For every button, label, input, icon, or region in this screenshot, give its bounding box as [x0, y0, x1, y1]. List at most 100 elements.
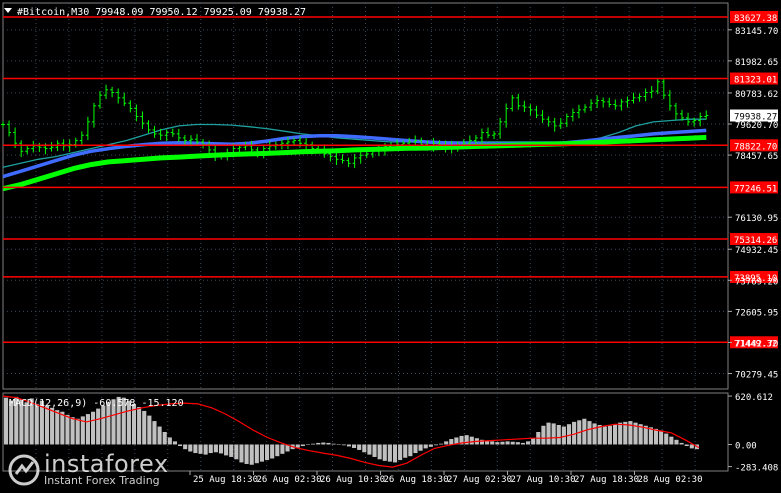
macd-histogram-bar: [439, 443, 444, 445]
collapse-arrow-icon[interactable]: [4, 8, 12, 13]
macd-histogram-bar: [265, 444, 270, 461]
level-label: 75314.26: [734, 236, 777, 246]
macd-histogram-bar: [336, 444, 341, 445]
macd-histogram-bar: [495, 442, 500, 445]
macd-histogram-bar: [142, 410, 147, 445]
macd-histogram-bar: [546, 422, 551, 445]
macd-histogram-bar: [413, 444, 418, 454]
macd-histogram-bar: [433, 444, 438, 446]
macd-histogram-bar: [408, 444, 413, 457]
macd-histogram-bar: [372, 444, 377, 457]
macd-histogram-bar: [213, 444, 218, 453]
macd-histogram-bar: [101, 405, 106, 445]
macd-histogram-bar: [346, 444, 351, 447]
macd-histogram-bar: [362, 444, 367, 453]
macd-histogram-bar: [208, 444, 213, 454]
macd-histogram-bar: [679, 442, 684, 445]
level-label: 78822.70: [734, 142, 777, 152]
macd-histogram-bar: [613, 424, 618, 445]
y-tick-label: 79620.70: [735, 121, 778, 131]
y-tick-label: 78457.65: [735, 152, 778, 162]
macd-histogram-bar: [96, 408, 101, 445]
macd-histogram-bar: [275, 444, 280, 457]
macd-histogram-bar: [669, 436, 674, 445]
support-resistance-levels: 83627.38 81323.01 78822.70 77246.51 75314.26…: [3, 10, 778, 349]
x-tick-label: 25 Aug 18:30: [193, 475, 258, 485]
macd-histogram-bar: [188, 444, 193, 452]
level-label: 77246.51: [734, 184, 777, 194]
macd-histogram-bar: [239, 444, 244, 463]
macd-y-tick-label: -283.408: [735, 464, 778, 474]
macd-histogram-bar: [280, 444, 285, 454]
macd-histogram-bar: [505, 441, 510, 445]
chart-symbol-header: #Bitcoin,M30 79948.09 79950.12 79925.09 …: [17, 7, 306, 18]
macd-histogram-bar: [157, 426, 162, 445]
macd-histogram-bar: [224, 444, 229, 456]
macd-histogram-bar: [607, 425, 612, 445]
macd-histogram-bar: [218, 444, 224, 454]
macd-histogram-bar: [618, 422, 623, 445]
macd-y-tick-label: 620.612: [735, 393, 773, 403]
macd-histogram-bar: [357, 444, 362, 450]
macd-histogram-bar: [341, 444, 346, 446]
macd-histogram-bar: [418, 444, 423, 451]
macd-histogram-bar: [659, 430, 664, 445]
price-chart[interactable]: 83627.38 81323.01 78822.70 77246.51 75314.26…: [0, 0, 781, 489]
macd-histogram-bar: [311, 443, 316, 445]
macd-histogram-bar: [541, 425, 546, 445]
y-tick-label: 81982.65: [735, 58, 778, 68]
macd-histogram-bar: [162, 432, 167, 445]
macd-histogram-bar: [259, 444, 264, 462]
x-tick-label: 27 Aug 18:30: [574, 475, 639, 485]
macd-histogram-bar: [147, 415, 152, 445]
y-tick-label: 71442.70: [735, 339, 778, 349]
macd-histogram-bar: [234, 444, 239, 460]
macd-histogram-bar: [60, 411, 65, 445]
instaforex-logo-icon: [8, 454, 40, 486]
price-series: [1, 77, 709, 169]
macd-histogram-bar: [203, 444, 208, 455]
macd-histogram-bar: [70, 417, 75, 445]
macd-histogram-bar: [65, 414, 70, 445]
macd-histogram-bar: [382, 444, 387, 461]
macd-histogram-bar: [428, 444, 433, 447]
macd-histogram-bar: [561, 426, 566, 445]
macd-histogram-bar: [137, 407, 142, 445]
macd-histogram-bar: [352, 444, 357, 448]
macd-histogram-bar: [551, 423, 556, 445]
macd-histogram-bar: [183, 444, 188, 450]
macd-histogram-bar: [367, 444, 372, 455]
macd-histogram-bar: [193, 444, 198, 454]
chart-window[interactable]: 83627.38 81323.01 78822.70 77246.51 75314.26…: [0, 0, 781, 489]
macd-histogram-bar: [597, 424, 602, 445]
macd-histogram-bar: [50, 407, 55, 445]
time-axis: 25 Aug 18:3026 Aug 02:3026 Aug 10:3026 A…: [189, 471, 703, 485]
macd-histogram-bar: [469, 436, 474, 445]
macd-histogram-bar: [531, 438, 536, 445]
macd-histogram-bar: [398, 444, 403, 461]
macd-histogram-bar: [172, 441, 177, 445]
macd-histogram-bar: [444, 441, 449, 445]
macd-histogram-bar: [566, 424, 572, 445]
macd-histogram-bar: [602, 426, 607, 445]
x-tick-label: 27 Aug 10:30: [511, 475, 576, 485]
x-tick-label: 26 Aug 10:30: [320, 475, 385, 485]
macd-y-tick-label: 0.00: [735, 441, 757, 451]
y-tick-label: 72605.95: [735, 308, 778, 318]
x-tick-label: 28 Aug 02:30: [638, 475, 703, 485]
level-label: 81323.01: [734, 76, 777, 86]
macd-histogram-bar: [44, 405, 50, 445]
macd-histogram-bar: [403, 444, 408, 458]
macd-header: MACD(12,26,9) -60.578 -15.120: [9, 398, 184, 409]
macd-histogram-bar: [254, 444, 259, 464]
macd-histogram-bar: [490, 441, 495, 445]
macd-histogram-bar: [515, 442, 520, 445]
macd-histogram-bar: [587, 421, 592, 445]
x-tick-label: 27 Aug 02:30: [447, 475, 512, 485]
y-tick-label: 70279.45: [735, 371, 778, 381]
macd-histogram-bar: [377, 444, 382, 460]
macd-histogram-bar: [75, 418, 80, 445]
macd-histogram-bar: [653, 428, 659, 445]
macd-histogram-bar: [4, 397, 9, 445]
macd-histogram-bar: [249, 444, 254, 465]
